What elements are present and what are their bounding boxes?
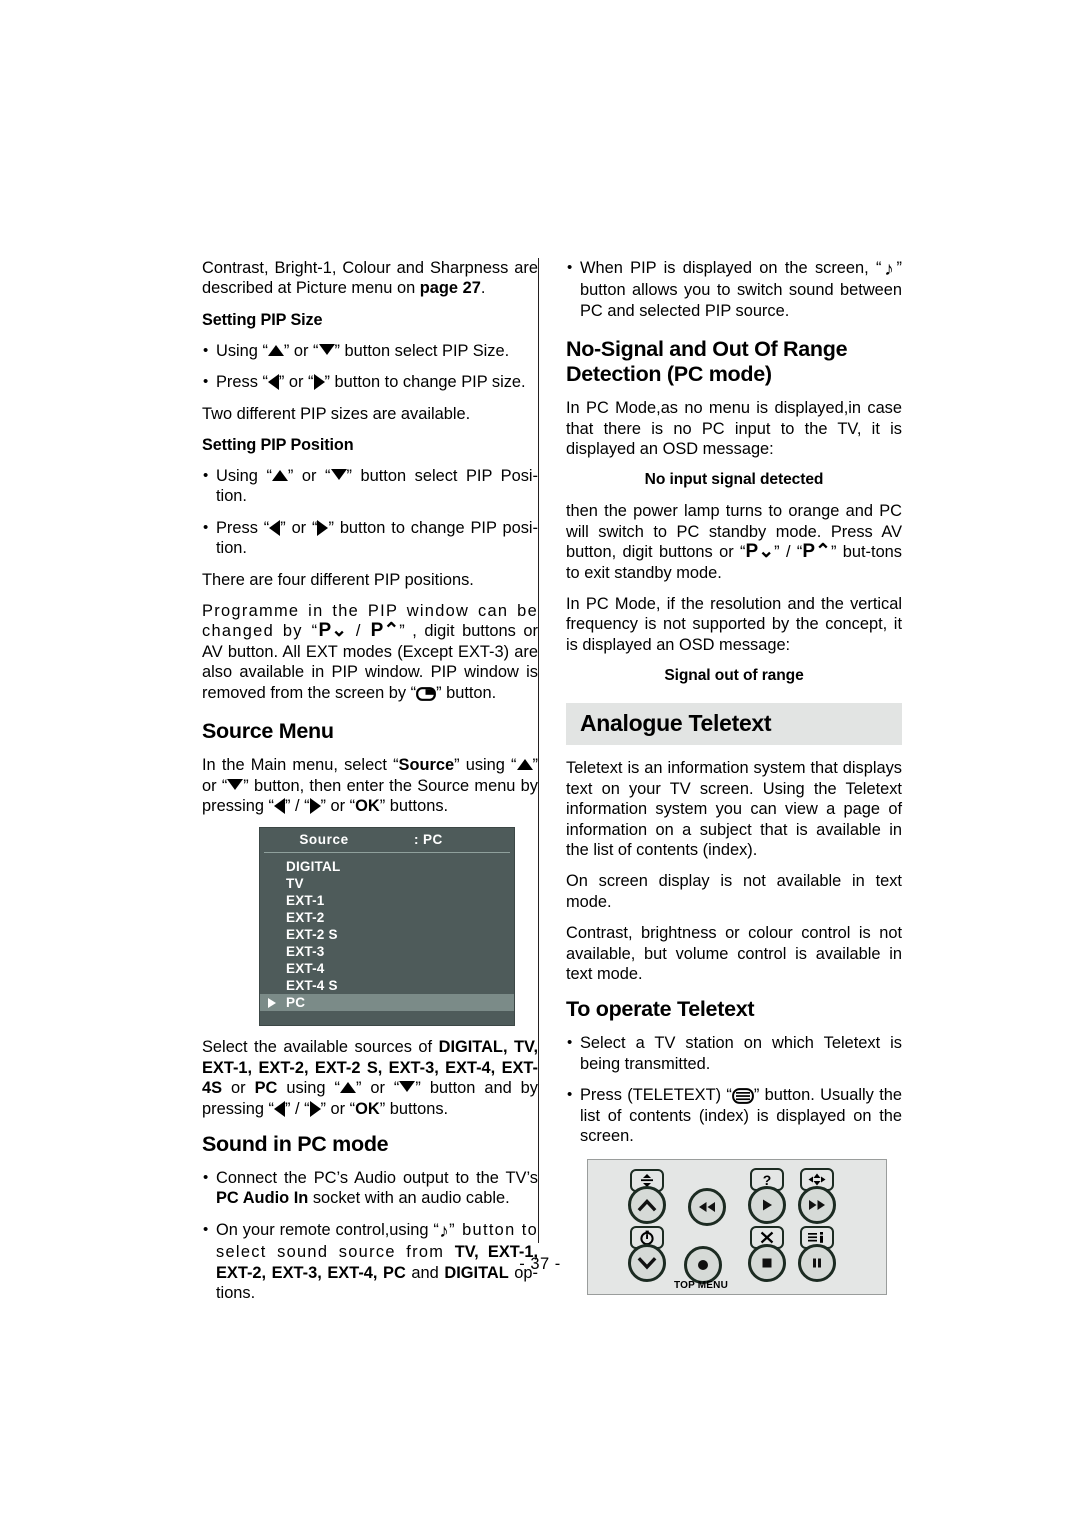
- pip-size-bullet-2: Press “” or “” button to change PIP size…: [202, 372, 538, 393]
- osd-item-label: EXT-4: [286, 961, 325, 977]
- arrow-up-icon: [339, 1082, 356, 1094]
- osd-item-label: PC: [286, 995, 306, 1011]
- osd-selected-value: : PC: [414, 832, 443, 848]
- sound-pc-bullet-1: Connect the PC’s Audio output to the TV’…: [202, 1168, 538, 1209]
- rewind-icon: [699, 1202, 715, 1213]
- osd-header: Source : PC: [264, 828, 510, 854]
- osd-item-tv[interactable]: TV: [260, 875, 514, 892]
- arrow-right-icon: [309, 1100, 321, 1117]
- pip-button-icon: [416, 686, 436, 701]
- osd-item-label: EXT-3: [286, 944, 325, 960]
- programme-up-icon: P⌃: [802, 541, 831, 563]
- pip-position-bullet-2: Press “” or “” button to change PIP posi…: [202, 518, 538, 559]
- pip-size-note: Two different PIP sizes are available.: [202, 404, 471, 423]
- rewind-button[interactable]: [688, 1188, 726, 1227]
- manual-page: Contrast, Bright-1, Colour and Sharpness…: [0, 0, 1080, 1528]
- osd-item-ext-3[interactable]: EXT-3: [260, 943, 514, 960]
- cancel-glyph: [760, 1232, 774, 1244]
- teletext-button-icon: [731, 1088, 754, 1105]
- no-signal-paragraph-2: then the power lamp turns to orange and …: [566, 502, 902, 582]
- heading-source-menu: Source Menu: [202, 719, 334, 744]
- osd-message-signal-out-of-range: Signal out of range: [664, 667, 804, 685]
- page-number: - 37 -: [519, 1255, 561, 1273]
- page-reference: page 27: [419, 279, 481, 298]
- osd-item-label: DIGITAL: [286, 859, 341, 875]
- osd-item-label: EXT-2 S: [286, 927, 338, 943]
- osd-item-list: DIGITAL TV EXT-1 EXT-2 EXT-2 S EXT-3 EXT…: [260, 853, 514, 1012]
- arrow-up-icon: [516, 759, 533, 771]
- music-note-icon: ♪: [881, 259, 897, 280]
- osd-item-digital[interactable]: DIGITAL: [260, 858, 514, 875]
- intro-paragraph: Contrast, Bright-1, Colour and Sharpness…: [202, 259, 538, 298]
- osd-item-label: EXT-4 S: [286, 978, 338, 994]
- teletext-paragraph-1: Teletext is an information system that d…: [566, 759, 902, 859]
- osd-item-label: EXT-2: [286, 910, 325, 926]
- programme-down-icon: P⌄: [745, 541, 775, 563]
- programme-down-icon: P⌄: [318, 620, 348, 642]
- arrow-right-icon: [313, 374, 325, 391]
- pip-position-note: There are four different PIP positions.: [202, 570, 474, 589]
- pip-size-bullet-1: Using “” or “” button select PIP Size.: [202, 341, 538, 362]
- music-note-icon: ♪: [438, 1220, 450, 1242]
- programme-up-icon: P⌃: [370, 620, 400, 642]
- page-columns: Contrast, Bright-1, Colour and Sharpness…: [202, 258, 902, 1302]
- osd-item-ext-1[interactable]: EXT-1: [260, 892, 514, 909]
- fast-forward-button[interactable]: [798, 1186, 836, 1225]
- heading-setting-pip-position: Setting PIP Position: [202, 436, 354, 455]
- teletext-paragraph-3: Contrast, brightness or colour control i…: [566, 924, 902, 983]
- arrow-left-icon: [267, 374, 279, 391]
- osd-message-no-input-signal: No input signal detected: [644, 471, 824, 489]
- index-info-glyph: [808, 1232, 823, 1244]
- arrow-right-icon: [317, 519, 329, 536]
- play-icon: [763, 1199, 772, 1211]
- teletext-paragraph-2: On screen display is not available in te…: [566, 872, 902, 911]
- source-osd-menu: Source : PC DIGITAL TV EXT-1 EXT-2 EXT-2…: [259, 827, 515, 1027]
- heading-no-signal-detection: No-Signal and Out Of Range Detection (PC …: [566, 337, 848, 387]
- section-banner-analogue-teletext: Analogue Teletext: [566, 703, 902, 746]
- osd-footer: [260, 1011, 514, 1020]
- operate-teletext-bullet-2: Press (TELETEXT) “” button. Usually the …: [566, 1085, 902, 1146]
- arrow-up-icon: [267, 344, 284, 356]
- arrow-down-icon: [330, 469, 347, 481]
- remote-control-diagram: ? TOP MENU: [587, 1159, 887, 1296]
- play-button[interactable]: [748, 1186, 786, 1225]
- osd-item-ext-2-s[interactable]: EXT-2 S: [260, 926, 514, 943]
- arrow-down-icon: [227, 778, 244, 790]
- chevron-up-icon: [637, 1199, 657, 1212]
- page-up-button[interactable]: [628, 1186, 666, 1225]
- heading-to-operate-teletext: To operate Teletext: [566, 997, 755, 1022]
- selection-cursor-icon: [268, 998, 276, 1009]
- osd-item-label: EXT-1: [286, 893, 325, 909]
- arrow-down-icon: [399, 1081, 416, 1093]
- no-signal-paragraph-1: In PC Mode,as no menu is displayed,in ca…: [566, 399, 902, 459]
- heading-sound-in-pc-mode: Sound in PC mode: [202, 1131, 389, 1156]
- size-glyph: [808, 1173, 826, 1186]
- osd-title: Source: [299, 832, 349, 848]
- top-menu-label: TOP MENU: [674, 1280, 729, 1292]
- arrow-down-icon: [318, 343, 335, 355]
- osd-item-ext-4-s[interactable]: EXT-4 S: [260, 977, 514, 994]
- pip-programme-paragraph: Programme in the PIP window can be chang…: [202, 602, 539, 702]
- osd-item-pc[interactable]: PC: [260, 994, 514, 1012]
- arrow-right-icon: [309, 797, 321, 814]
- osd-item-ext-2[interactable]: EXT-2: [260, 909, 514, 926]
- arrow-left-icon: [269, 519, 281, 536]
- fast-forward-icon: [809, 1200, 825, 1211]
- osd-item-label: TV: [286, 876, 304, 892]
- right-column: When PIP is displayed on the screen, “♪”…: [566, 258, 902, 1296]
- source-menu-intro: In the Main menu, select “Source” using …: [202, 756, 538, 815]
- pip-position-bullet-1: Using “” or “” button select PIP Posi-ti…: [202, 466, 538, 507]
- operate-teletext-bullet-1: Select a TV station on which Teletext is…: [566, 1033, 902, 1074]
- arrow-up-icon: [271, 470, 288, 482]
- source-menu-after: Select the available sources of DIGITAL,…: [202, 1038, 538, 1118]
- pip-sound-bullet: When PIP is displayed on the screen, “♪”…: [566, 258, 902, 321]
- arrow-left-icon: [273, 1100, 285, 1117]
- left-column: Contrast, Bright-1, Colour and Sharpness…: [202, 258, 538, 1303]
- osd-item-ext-4[interactable]: EXT-4: [260, 960, 514, 977]
- no-signal-paragraph-3: In PC Mode, if the resolution and the ve…: [566, 595, 902, 654]
- heading-setting-pip-size: Setting PIP Size: [202, 310, 323, 329]
- arrow-left-icon: [273, 797, 285, 814]
